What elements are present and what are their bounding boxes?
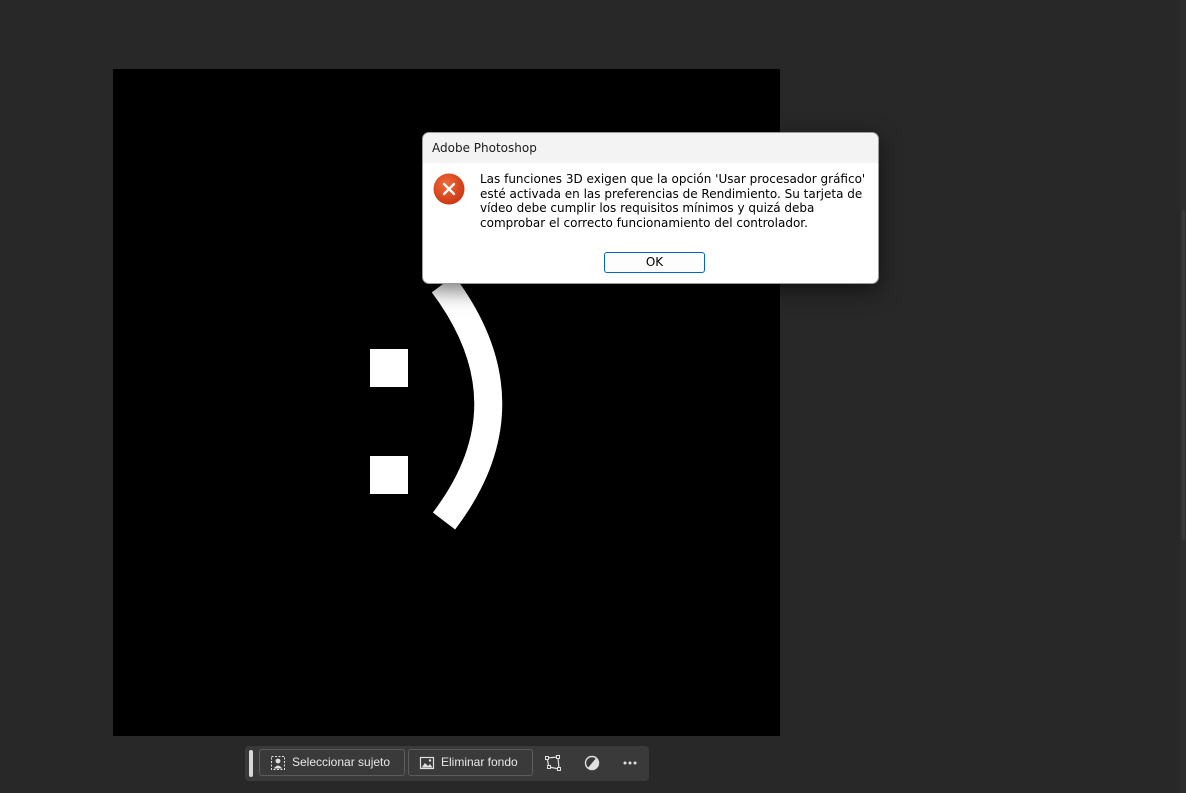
image-icon bbox=[419, 755, 435, 771]
contextual-task-bar: Seleccionar sujeto Eliminar fondo bbox=[245, 746, 649, 781]
error-dialog: Adobe Photoshop Las funciones 3D exigen … bbox=[422, 132, 879, 284]
error-x-icon bbox=[433, 173, 465, 205]
transform-icon[interactable] bbox=[544, 754, 562, 772]
select-subject-label: Seleccionar sujeto bbox=[292, 755, 391, 769]
scrollbar-track[interactable] bbox=[1180, 0, 1186, 793]
remove-background-button[interactable]: Eliminar fondo bbox=[408, 749, 533, 776]
dialog-title: Adobe Photoshop bbox=[423, 133, 878, 163]
select-subject-button[interactable]: Seleccionar sujeto bbox=[259, 749, 405, 776]
ok-button[interactable]: OK bbox=[604, 252, 705, 273]
scrollbar-thumb[interactable] bbox=[1182, 210, 1185, 540]
smiley-mouth bbox=[431, 275, 503, 530]
dialog-body: Las funciones 3D exigen que la opción 'U… bbox=[423, 163, 878, 249]
dialog-message: Las funciones 3D exigen que la opción 'U… bbox=[480, 172, 866, 230]
more-dots-icon[interactable] bbox=[621, 754, 639, 772]
smiley-eye-top bbox=[370, 349, 408, 387]
person-select-icon bbox=[270, 755, 286, 771]
adjustment-circle-icon[interactable] bbox=[583, 754, 601, 772]
remove-background-label: Eliminar fondo bbox=[441, 755, 518, 769]
smiley-eye-bottom bbox=[370, 456, 408, 494]
taskbar-drag-handle[interactable] bbox=[249, 750, 253, 777]
